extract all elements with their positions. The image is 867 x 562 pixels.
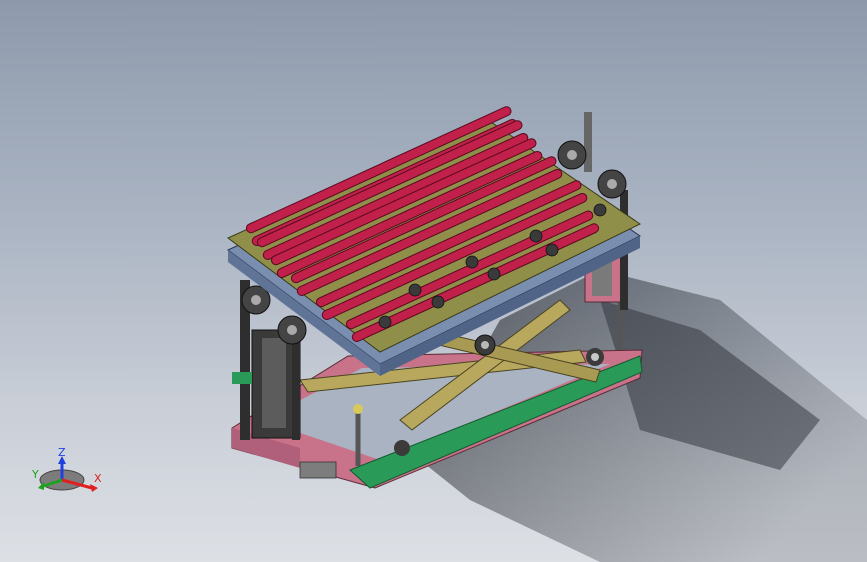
y-axis-label: Y [31, 468, 39, 481]
x-axis-arrowhead [90, 484, 98, 492]
axis-triad[interactable]: Z X Y [31, 446, 102, 492]
z-axis-label: Z [58, 446, 66, 459]
x-axis-label: X [94, 472, 102, 485]
scissor-lift-conveyor-model[interactable] [0, 0, 643, 489]
3d-viewport[interactable]: Z X Y [0, 0, 867, 562]
